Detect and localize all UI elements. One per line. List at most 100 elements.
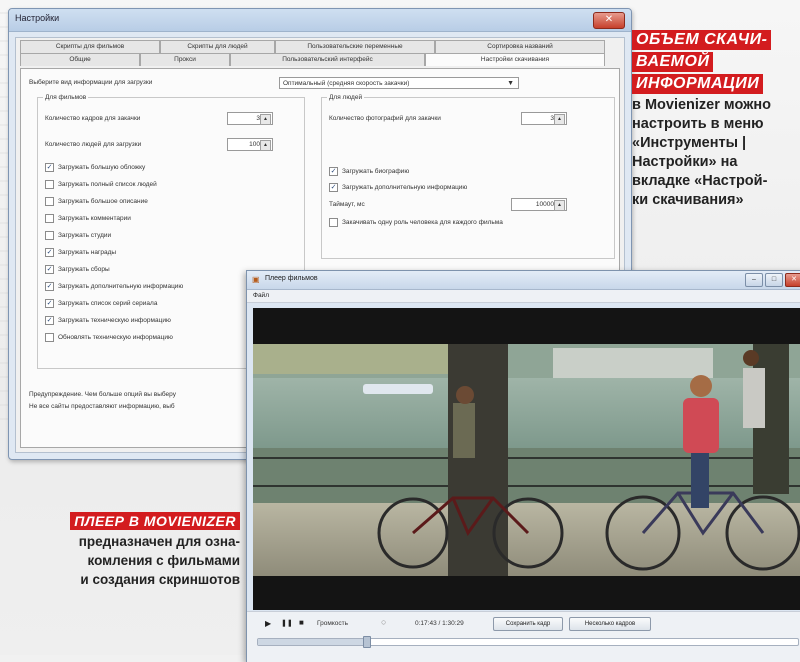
film-checkbox-0[interactable]: ✓ Загружать большую обложку	[45, 163, 145, 172]
play-button[interactable]: ▶	[265, 619, 271, 628]
unchecked-box[interactable]	[45, 180, 54, 189]
checked-icon[interactable]: ✓	[45, 282, 54, 291]
timeout-value: 10000	[535, 201, 554, 208]
timeout-label: Таймаут, мс	[329, 201, 365, 208]
film-checkbox-6[interactable]: ✓ Загружать сборы	[45, 265, 110, 274]
one-role-checkbox[interactable]: Закачивать одну роль человека для каждог…	[329, 218, 503, 227]
film-icon: ▣	[252, 275, 260, 284]
save-frame-button[interactable]: Сохранить кадр	[493, 617, 563, 631]
close-button[interactable]: ✕	[785, 273, 800, 287]
info-type-select[interactable]: Оптимальный (средняя скорость закачки) ▼	[279, 77, 519, 89]
caption-top-text-6: ки скачивания»	[632, 192, 744, 208]
window-buttons: – □ ✕	[745, 273, 800, 287]
tab-download-settings[interactable]: Настройки скачивания	[425, 53, 605, 66]
seek-handle[interactable]	[363, 636, 371, 648]
unchecked-box[interactable]	[45, 197, 54, 206]
film-checkbox-3[interactable]: Загружать комментарии	[45, 214, 131, 223]
video-scene-image	[253, 308, 800, 610]
film-checkbox-4[interactable]: Загружать студии	[45, 231, 111, 240]
caption-top-text-3: «Инструменты |	[632, 135, 747, 151]
film-option-label: Загружать дополнительную информацию	[58, 283, 184, 290]
checked-icon[interactable]: ✓	[45, 316, 54, 325]
unchecked-box[interactable]	[45, 231, 54, 240]
menu-file[interactable]: Файл	[253, 292, 269, 299]
tab-proxy[interactable]: Прокси	[140, 53, 230, 66]
people-option-label: Загружать дополнительную информацию	[342, 184, 468, 191]
stop-button[interactable]: ■	[299, 618, 304, 627]
caption-top-red-3: ИНФОРМАЦИИ	[632, 74, 764, 94]
info-type-label: Выберите вид информации для загрузки	[29, 79, 153, 86]
minimize-button[interactable]: –	[745, 273, 763, 287]
settings-title: Настройки	[15, 13, 60, 23]
timeout-spinner[interactable]: 10000 ▲	[511, 198, 567, 211]
tab-people-scripts[interactable]: Скрипты для людей	[160, 40, 275, 53]
player-menubar: Файл	[247, 290, 800, 303]
film-checkbox-9[interactable]: ✓ Загружать техническую информацию	[45, 316, 171, 325]
spinner-arrows-icon[interactable]: ▲	[554, 200, 565, 211]
warning-line-2: Не все сайты предоставляют информацию, в…	[29, 403, 175, 410]
multiple-frames-button[interactable]: Несколько кадров	[569, 617, 651, 631]
unchecked-box[interactable]	[45, 214, 54, 223]
film-option-label: Загружать список серий сериала	[58, 300, 158, 307]
tab-row-back: Скрипты для фильмов Скрипты для людей По…	[20, 40, 605, 53]
caption-bottom-text-3: и создания скриншотов	[80, 572, 240, 587]
people-count-value: 100	[249, 141, 260, 148]
people-checkbox-0[interactable]: ✓ Загружать биографию	[329, 167, 409, 176]
tab-row-front: Общие Прокси Пользовательский интерфейс …	[20, 53, 605, 66]
settings-titlebar[interactable]: Настройки ✕	[9, 9, 631, 32]
spinner-arrows-icon[interactable]: ▲	[554, 114, 565, 125]
people-option-label: Загружать биографию	[342, 168, 410, 175]
tab-general[interactable]: Общие	[20, 53, 140, 66]
film-checkbox-1[interactable]: Загружать полный список людей	[45, 180, 157, 189]
checked-icon[interactable]: ✓	[45, 299, 54, 308]
film-checkbox-10[interactable]: Обновлять техническую информацию	[45, 333, 173, 342]
tab-title-sorting[interactable]: Сортировка названий	[435, 40, 605, 53]
checkbox-box[interactable]	[329, 218, 338, 227]
checked-icon[interactable]: ✓	[329, 167, 338, 176]
people-group-title: Для людей	[327, 94, 365, 101]
checked-icon[interactable]: ✓	[45, 163, 54, 172]
checked-icon[interactable]: ✓	[45, 248, 54, 257]
tab-user-variables[interactable]: Пользовательские переменные	[275, 40, 435, 53]
video-frame[interactable]	[253, 308, 800, 610]
frames-spinner[interactable]: 3 ▲	[227, 112, 273, 125]
frames-label: Количество кадров для закачки	[45, 115, 141, 122]
pause-button[interactable]: ❚❚	[281, 619, 293, 627]
tab-user-interface[interactable]: Пользовательский интерфейс	[230, 53, 425, 66]
people-checkbox-1[interactable]: ✓ Загружать дополнительную информацию	[329, 183, 467, 192]
film-option-label: Загружать студии	[58, 232, 112, 239]
film-checkbox-7[interactable]: ✓ Загружать дополнительную информацию	[45, 282, 183, 291]
checked-icon[interactable]: ✓	[329, 183, 338, 192]
seek-progress	[258, 639, 366, 645]
caption-top-text-1: в Movienizer можно	[632, 97, 772, 113]
player-controls: ▶ ❚❚ ■ Громкость ○ 0:17:43 / 1:30:29 Сох…	[247, 611, 800, 662]
caption-download-info: ОБЪЕМ СКАЧИ- ВАЕМОЙ ИНФОРМАЦИИ в Movieni…	[632, 30, 800, 210]
unchecked-box[interactable]	[45, 333, 54, 342]
tab-film-scripts[interactable]: Скрипты для фильмов	[20, 40, 160, 53]
checked-icon[interactable]: ✓	[45, 265, 54, 274]
films-group-title: Для фильмов	[43, 94, 89, 101]
settings-close-button[interactable]: ✕	[593, 12, 625, 29]
caption-bottom-text-2: комления с фильмами	[87, 553, 240, 568]
volume-slider-icon[interactable]: ○	[381, 617, 386, 627]
one-role-label: Закачивать одну роль человека для каждог…	[342, 219, 503, 226]
warning-line-1: Предупреждение. Чем больше опций вы выбе…	[29, 391, 176, 398]
spinner-arrows-icon[interactable]: ▲	[260, 140, 271, 151]
film-checkbox-2[interactable]: Загружать большое описание	[45, 197, 148, 206]
film-option-label: Загружать большое описание	[58, 198, 148, 205]
caption-bottom-red: ПЛЕЕР В MOVIENIZER	[70, 512, 240, 530]
seek-bar[interactable]	[257, 636, 799, 648]
caption-bottom-text-1: предназначен для озна-	[78, 534, 240, 549]
caption-top-text-4: Настройки» на	[632, 154, 738, 170]
info-type-select-value: Оптимальный (средняя скорость закачки)	[283, 80, 410, 87]
player-titlebar[interactable]: ▣ Плеер фильмов – □ ✕	[247, 271, 800, 290]
maximize-button[interactable]: □	[765, 273, 783, 287]
spinner-arrows-icon[interactable]: ▲	[260, 114, 271, 125]
dropdown-arrow-icon: ▼	[507, 80, 514, 87]
film-checkbox-5[interactable]: ✓ Загружать награды	[45, 248, 116, 257]
people-count-spinner[interactable]: 100 ▲	[227, 138, 273, 151]
caption-top-red-2: ВАЕМОЙ	[632, 52, 714, 72]
photos-spinner[interactable]: 3 ▲	[521, 112, 567, 125]
film-checkbox-8[interactable]: ✓ Загружать список серий сериала	[45, 299, 157, 308]
film-option-label: Загружать техническую информацию	[58, 317, 171, 324]
